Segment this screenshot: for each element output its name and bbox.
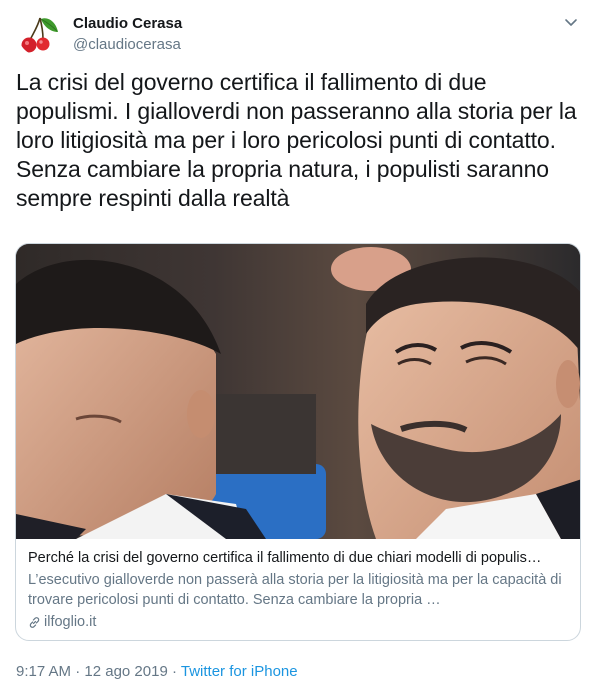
tweet-date[interactable]: 12 ago 2019 [84,663,167,680]
card-domain-label[interactable]: ilfoglio.it [44,612,96,632]
cherry-icon [21,17,58,53]
card-description: L’esecutivo gialloverde non passerà alla… [28,572,562,608]
meta-separator: · [167,663,181,680]
meta-separator: · [71,663,85,680]
tweet-time[interactable]: 9:17 AM [16,663,71,680]
card-body[interactable]: Perché la crisi del governo certifica il… [16,540,580,632]
link-card[interactable]: Perché la crisi del governo certifica il… [15,243,581,641]
card-domain[interactable]: ilfoglio.it [28,612,568,632]
handle[interactable]: @claudiocerasa [73,35,182,55]
chevron-down-icon[interactable] [562,16,580,30]
avatar[interactable] [18,12,62,56]
tweet-meta: 9:17 AM · 12 ago 2019 · Twitter for iPho… [16,662,298,682]
card-title[interactable]: Perché la crisi del governo certifica il… [28,549,568,568]
tweet-source-link[interactable]: Twitter for iPhone [181,663,298,680]
author-block[interactable]: Claudio Cerasa @claudiocerasa [73,15,182,55]
display-name[interactable]: Claudio Cerasa [73,15,182,33]
card-image[interactable] [16,244,580,539]
tweet-text: La crisi del governo certifica il fallim… [16,69,577,211]
tweet[interactable]: Claudio Cerasa @claudiocerasa La crisi d… [0,0,596,690]
link-icon [29,616,40,628]
